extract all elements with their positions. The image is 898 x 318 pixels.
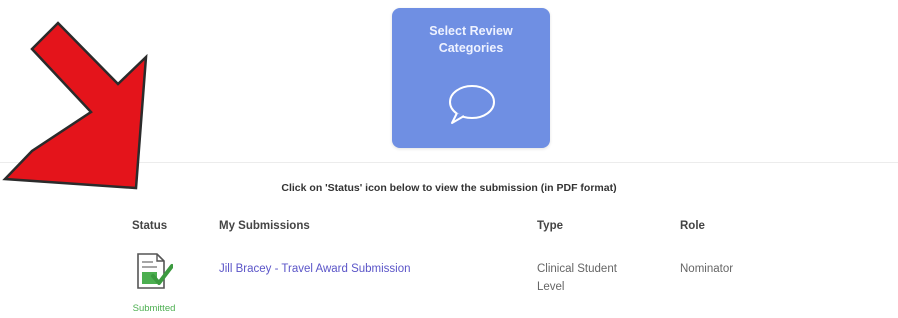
submission-role: Nominator xyxy=(680,263,734,275)
document-check-icon[interactable] xyxy=(135,252,173,290)
status-badge: Submitted xyxy=(132,303,176,314)
column-header-type: Type xyxy=(537,220,563,232)
speech-bubble-icon xyxy=(449,85,495,124)
column-header-role: Role xyxy=(680,220,705,232)
submission-link[interactable]: Jill Bracey - Travel Award Submission xyxy=(219,263,411,275)
column-header-status: Status xyxy=(132,220,168,232)
review-card-title: Select Review Categories xyxy=(429,24,513,55)
column-header-my-submissions: My Submissions xyxy=(219,220,310,232)
select-review-categories-button[interactable]: Select Review Categories xyxy=(392,8,550,148)
red-arrow-icon xyxy=(2,21,148,190)
submission-type: Clinical Student Level xyxy=(537,263,617,293)
